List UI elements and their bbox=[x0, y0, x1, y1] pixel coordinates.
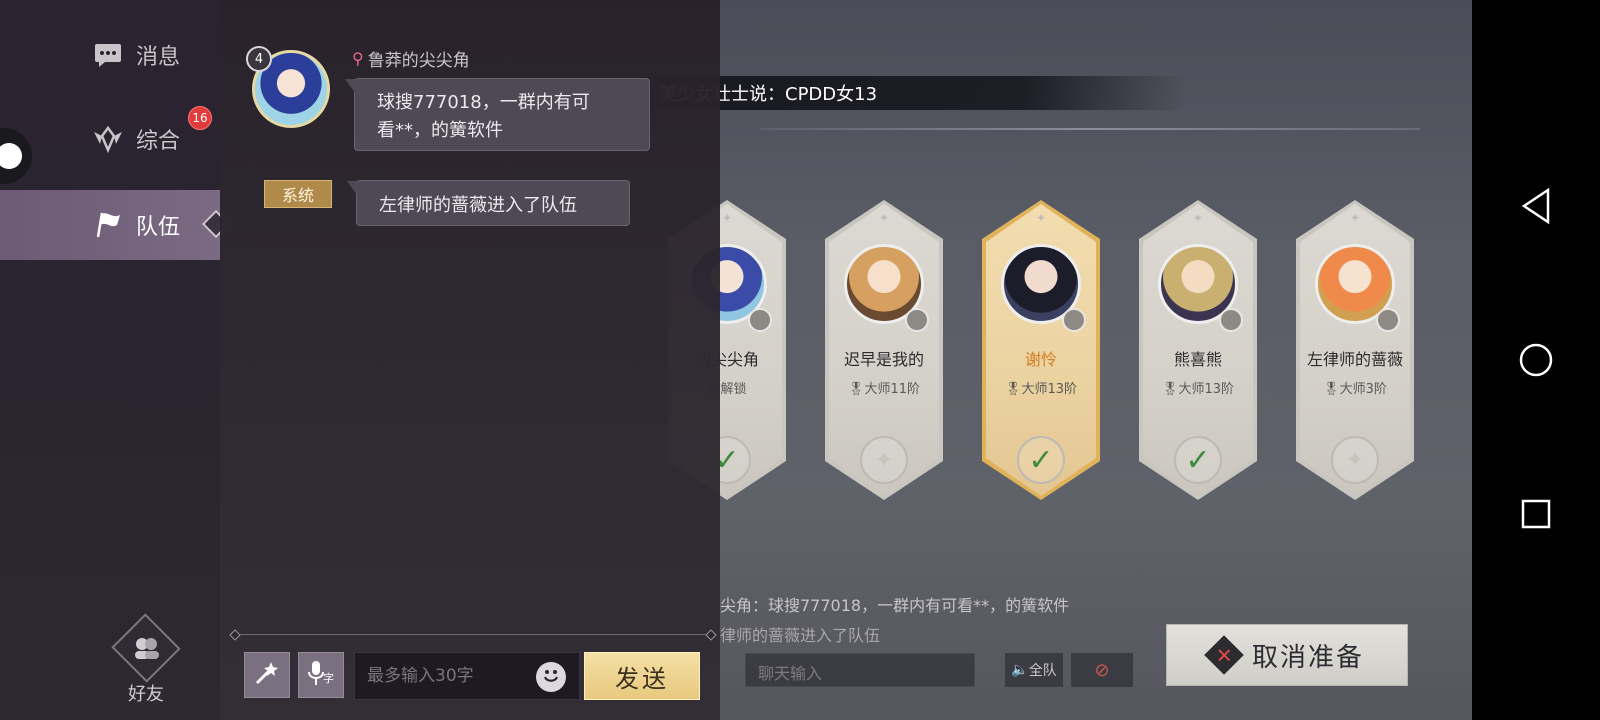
speaker-icon: 🔈 bbox=[1011, 662, 1029, 678]
nav-label: 队伍 bbox=[136, 215, 181, 240]
emblem-icon bbox=[92, 123, 124, 155]
sender-name[interactable]: ⚲ 鲁莽的尖尖角 bbox=[352, 46, 470, 71]
player-rank: 🎖大师11阶 bbox=[847, 382, 921, 397]
slot-gem-icon: ✦ bbox=[1035, 211, 1047, 225]
back-triangle-icon bbox=[1521, 188, 1550, 224]
recent-apps-button[interactable] bbox=[1516, 494, 1556, 534]
ready-check-icon: ✓ bbox=[1017, 436, 1065, 484]
system-navigation-bar bbox=[1472, 0, 1600, 720]
smiley-icon bbox=[539, 663, 563, 691]
player-rank: 🎖大师3阶 bbox=[1323, 382, 1387, 397]
profile-mini-icon bbox=[1219, 308, 1243, 332]
mute-toggle-button[interactable]: ⊘ bbox=[1071, 653, 1133, 687]
mute-icon: ⊘ bbox=[1094, 659, 1110, 681]
player-name: 迟早是我的 bbox=[843, 350, 924, 369]
player-name: 熊喜熊 bbox=[1173, 350, 1222, 369]
friends-button[interactable]: 好友 bbox=[108, 613, 184, 706]
profile-mini-icon bbox=[748, 308, 772, 332]
send-button[interactable]: 发送 bbox=[584, 652, 700, 700]
home-button[interactable] bbox=[1516, 340, 1556, 380]
unread-count-badge: 16 bbox=[188, 106, 212, 130]
player-rank: 🎖大师13阶 bbox=[1161, 382, 1235, 397]
broadcast-banner: 美少女壮士说：CPDD女13 bbox=[645, 76, 1185, 110]
player-name: 谢怜 bbox=[1024, 350, 1057, 369]
player-name: 左律师的蔷薇 bbox=[1306, 350, 1403, 369]
slot-gem-icon: ✦ bbox=[1349, 211, 1361, 225]
nav-label: 消息 bbox=[136, 45, 181, 70]
lobby-chat-input[interactable]: 聊天输入 bbox=[745, 653, 975, 687]
player-rank: 🎖大师13阶 bbox=[1004, 382, 1078, 397]
home-circle-icon bbox=[1519, 343, 1553, 377]
friends-icon bbox=[111, 613, 181, 683]
system-tag: 系统 bbox=[264, 180, 332, 208]
ready-check-icon: ✓ bbox=[1174, 436, 1222, 484]
female-icon: ⚲ bbox=[352, 49, 364, 68]
nav-item-general[interactable]: 综合 bbox=[0, 104, 220, 174]
nav-label: 综合 bbox=[136, 129, 181, 154]
lobby-chat-line: 律师的蔷薇进入了队伍 bbox=[720, 626, 881, 645]
magic-wand-icon bbox=[253, 659, 281, 691]
slot-gem-icon: ✦ bbox=[878, 211, 890, 225]
level-badge: 4 bbox=[246, 46, 272, 72]
team-slot-2[interactable]: ✦ 迟早是我的 🎖大师11阶 ✦ bbox=[825, 200, 943, 500]
chat-bubble-icon bbox=[92, 39, 124, 71]
cancel-ready-button[interactable]: ✕ 取消准备 bbox=[1166, 624, 1408, 686]
quick-message-button[interactable] bbox=[244, 652, 290, 698]
input-divider bbox=[234, 634, 712, 635]
microphone-icon: 字 bbox=[307, 658, 335, 692]
not-ready-icon: ✦ bbox=[1331, 436, 1379, 484]
lobby-chat-line: 尖角：球搜777018，一群内有可看**，的簧软件 bbox=[720, 596, 1070, 615]
close-icon: ✕ bbox=[1204, 635, 1244, 675]
not-ready-icon: ✦ bbox=[860, 436, 908, 484]
profile-mini-icon bbox=[905, 308, 929, 332]
chat-message-bubble: 球搜777018，一群内有可 看**，的簧软件 bbox=[345, 78, 650, 151]
profile-mini-icon bbox=[1062, 308, 1086, 332]
flag-icon bbox=[92, 209, 124, 241]
chat-category-nav: 消息 综合 16 队伍 好友 bbox=[0, 0, 231, 720]
slot-gem-icon: ✦ bbox=[1192, 211, 1204, 225]
team-channel-button[interactable]: 🔈 全队 bbox=[1005, 653, 1063, 687]
team-slot-4[interactable]: ✦ 熊喜熊 🎖大师13阶 ✓ bbox=[1139, 200, 1257, 500]
recent-square-icon bbox=[1521, 499, 1551, 529]
profile-mini-icon bbox=[1376, 308, 1400, 332]
back-button[interactable] bbox=[1516, 186, 1556, 226]
slot-gem-icon: ✦ bbox=[721, 211, 733, 225]
nav-item-messages[interactable]: 消息 bbox=[0, 20, 220, 90]
emoji-button[interactable] bbox=[536, 662, 566, 692]
team-slot-3[interactable]: ✦ 谢怜 🎖大师13阶 ✓ bbox=[982, 200, 1100, 500]
team-slot-5[interactable]: ✦ 左律师的蔷薇 🎖大师3阶 ✦ bbox=[1296, 200, 1414, 500]
lobby-header-divider bbox=[760, 128, 1420, 130]
svg-text:字: 字 bbox=[323, 671, 334, 685]
voice-to-text-button[interactable]: 字 bbox=[298, 652, 344, 698]
nav-item-team[interactable]: 队伍 bbox=[0, 190, 220, 260]
system-message-bubble: 左律师的蔷薇进入了队伍 bbox=[347, 180, 630, 226]
